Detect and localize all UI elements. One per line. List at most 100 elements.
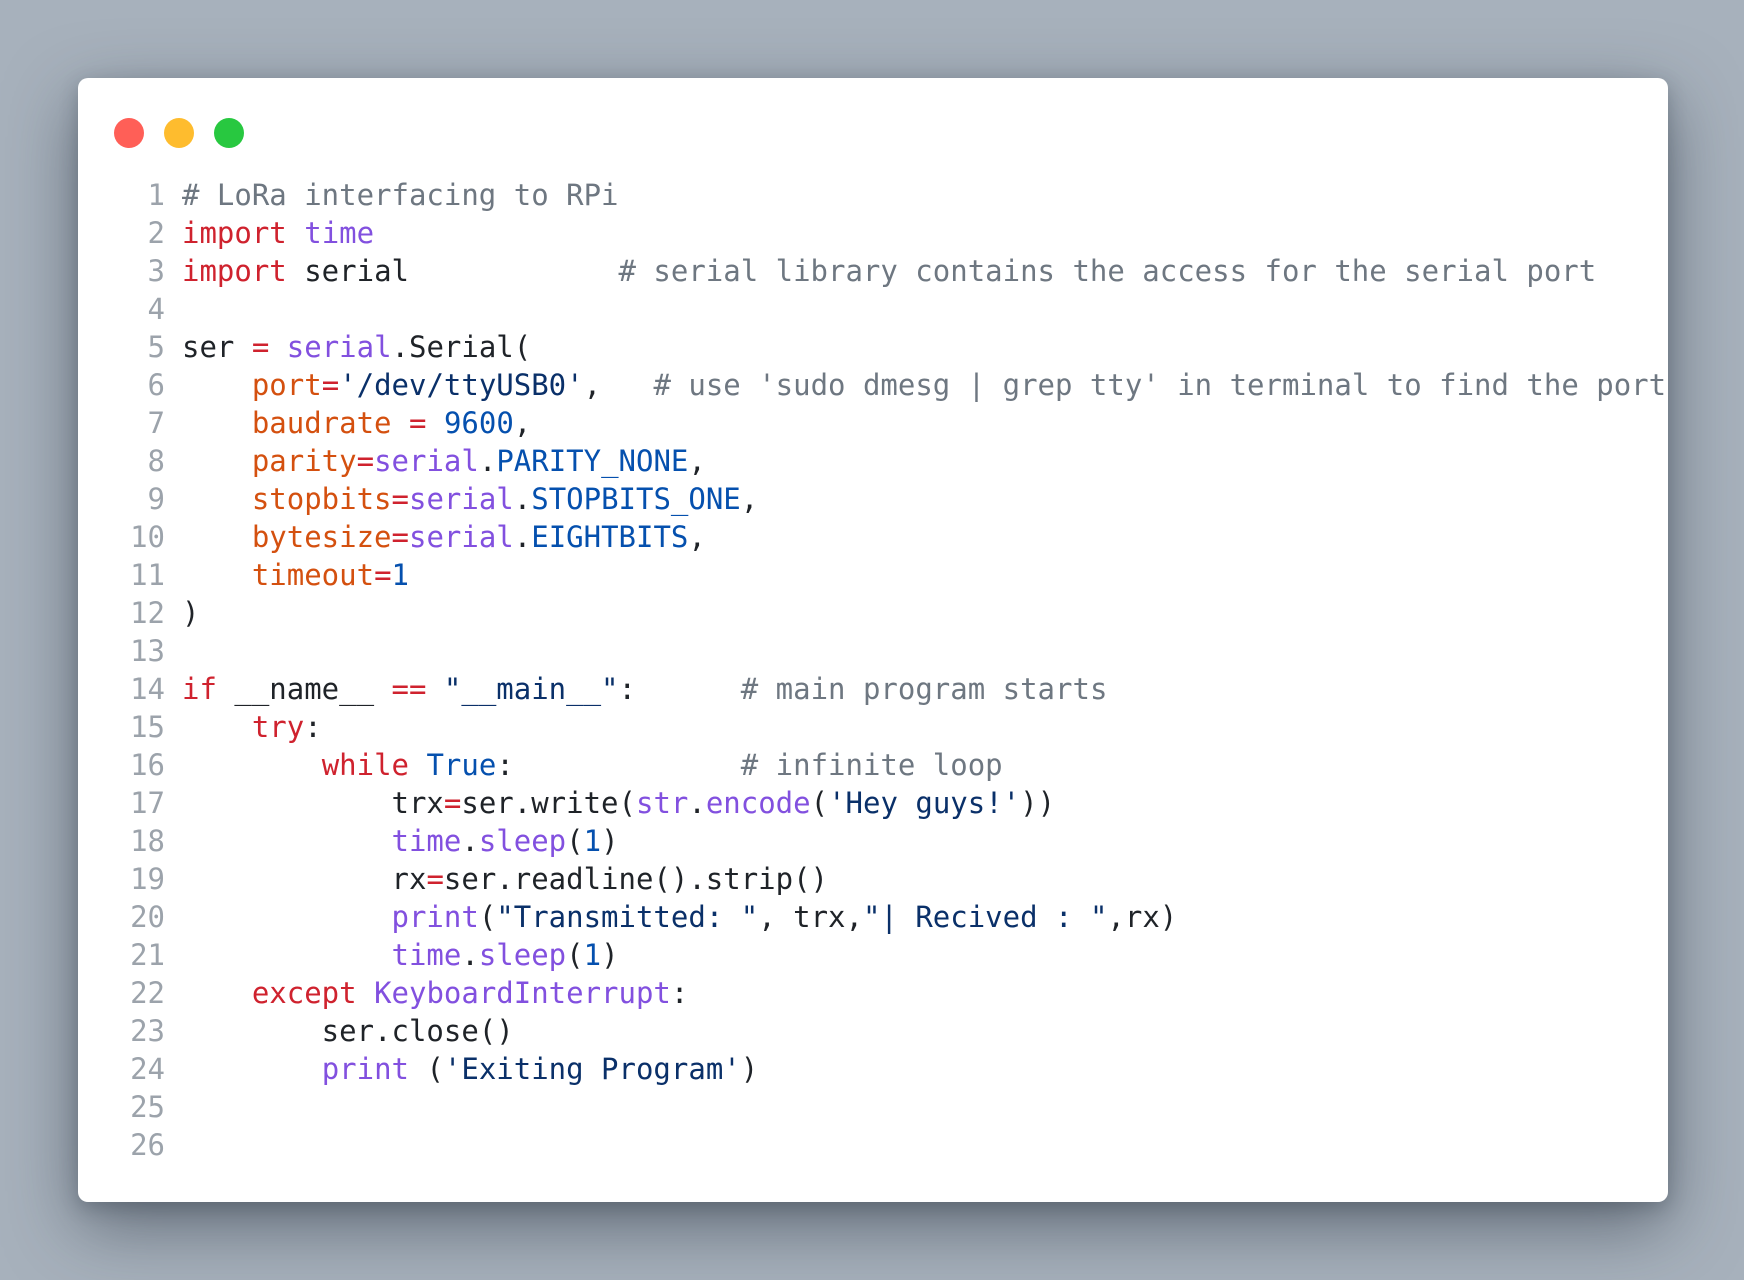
- code-token-plain: .: [688, 786, 706, 820]
- code-token-plain: :: [304, 710, 322, 744]
- code-token-op: =: [443, 786, 462, 820]
- code-token-op: =: [251, 330, 270, 364]
- code-token-string: "__main__": [443, 672, 619, 706]
- code-token-plain: ser.write(: [461, 786, 636, 820]
- line-source: except KeyboardInterrupt:: [182, 974, 689, 1012]
- code-token-comment: # LoRa interfacing to RPi: [182, 178, 619, 212]
- line-number: 14: [130, 672, 165, 706]
- minimize-button[interactable]: [164, 118, 194, 148]
- line-number: 25: [130, 1090, 165, 1124]
- code-token-comment: # main program starts: [740, 672, 1108, 706]
- line-source: rx=ser.readline().strip(): [182, 860, 829, 898]
- code-token-keyword: import: [182, 216, 287, 250]
- code-token-plain: ): [601, 824, 619, 858]
- line-number: 18: [130, 824, 165, 858]
- code-token-number: 1: [583, 938, 602, 972]
- line-number: 22: [130, 976, 165, 1010]
- line-source: if __name__ == "__main__": # main progra…: [182, 670, 1107, 708]
- code-token-builtin: KeyboardInterrupt: [374, 976, 671, 1010]
- line-source: trx=ser.write(str.encode('Hey guys!')): [182, 784, 1056, 822]
- close-button[interactable]: [114, 118, 144, 148]
- line-number: 17: [130, 786, 165, 820]
- line-source: ser = serial.Serial(: [182, 328, 531, 366]
- code-token-builtin: time: [304, 216, 375, 250]
- code-token-op: =: [374, 558, 392, 592]
- code-token-param: bytesize: [251, 520, 392, 554]
- code-token-plain: :: [670, 976, 689, 1010]
- code-token-plain: ser: [182, 330, 252, 364]
- line-number: 19: [130, 862, 165, 896]
- code-token-plain: ,: [583, 368, 654, 402]
- line-number: 21: [130, 938, 165, 972]
- code-token-builtin: time: [391, 824, 462, 858]
- line-number: 1: [147, 178, 165, 212]
- line-number: 23: [130, 1014, 165, 1048]
- code-token-const: STOPBITS_ONE: [531, 482, 741, 516]
- line-number: 26: [130, 1128, 165, 1162]
- code-token-const: EIGHTBITS: [531, 520, 689, 554]
- code-token-number: 1: [583, 824, 602, 858]
- line-number: 10: [130, 520, 165, 554]
- code-token-plain: (: [566, 938, 584, 972]
- code-token-plain: ): [601, 938, 619, 972]
- code-token-plain: (: [478, 900, 497, 934]
- line-number: 7: [147, 406, 165, 440]
- line-source: time.sleep(1): [182, 822, 619, 860]
- code-token-plain: .: [478, 444, 497, 478]
- code-token-plain: (: [566, 824, 584, 858]
- line-source: time.sleep(1): [182, 936, 619, 974]
- maximize-button[interactable]: [214, 118, 244, 148]
- window-controls: [114, 118, 264, 148]
- code-window: 1 # LoRa interfacing to RPi 2 import time 3 i…: [78, 78, 1668, 1202]
- line-number: 24: [130, 1052, 165, 1086]
- code-token-plain: __name__: [216, 672, 392, 706]
- line-source: print ('Exiting Program'): [182, 1050, 759, 1088]
- code-token-op: =: [356, 444, 375, 478]
- code-token-param: parity: [251, 444, 357, 478]
- code-token-op: =: [391, 482, 409, 516]
- code-token-string: "| Recived : ": [862, 900, 1108, 934]
- line-source: while True: # infinite loop: [182, 746, 1003, 784]
- code-token-keyword: import: [182, 254, 287, 288]
- line-source: ): [182, 594, 199, 632]
- code-token-plain: ,: [513, 406, 532, 440]
- code-token-builtin: print: [321, 1052, 409, 1086]
- code-token-plain: ,: [740, 482, 759, 516]
- code-token-builtin: encode: [705, 786, 811, 820]
- code-token-string: "Transmitted: ": [496, 900, 759, 934]
- code-token-plain: .Serial(: [391, 330, 532, 364]
- code-token-plain: trx: [182, 786, 444, 820]
- code-token-plain: (: [409, 1052, 444, 1086]
- line-number: 5: [147, 330, 165, 364]
- code-token-const: PARITY_NONE: [496, 444, 689, 478]
- code-token-op: ==: [391, 672, 427, 706]
- line-source: parity=serial.PARITY_NONE,: [182, 442, 706, 480]
- line-number: 6: [147, 368, 165, 402]
- code-token-comment: # serial library contains the access for…: [618, 254, 1597, 288]
- code-token-string: '/dev/ttyUSB0': [339, 368, 584, 402]
- code-token-plain: .: [461, 938, 479, 972]
- code-token-plain: :: [618, 672, 741, 706]
- code-token-plain: :: [496, 748, 741, 782]
- code-token-plain: , trx,: [758, 900, 863, 934]
- code-token-plain: serial: [286, 254, 619, 288]
- code-token-plain: rx: [182, 862, 427, 896]
- code-token-param: port: [251, 368, 322, 402]
- line-number: 13: [130, 634, 165, 668]
- code-token-builtin: str: [635, 786, 689, 820]
